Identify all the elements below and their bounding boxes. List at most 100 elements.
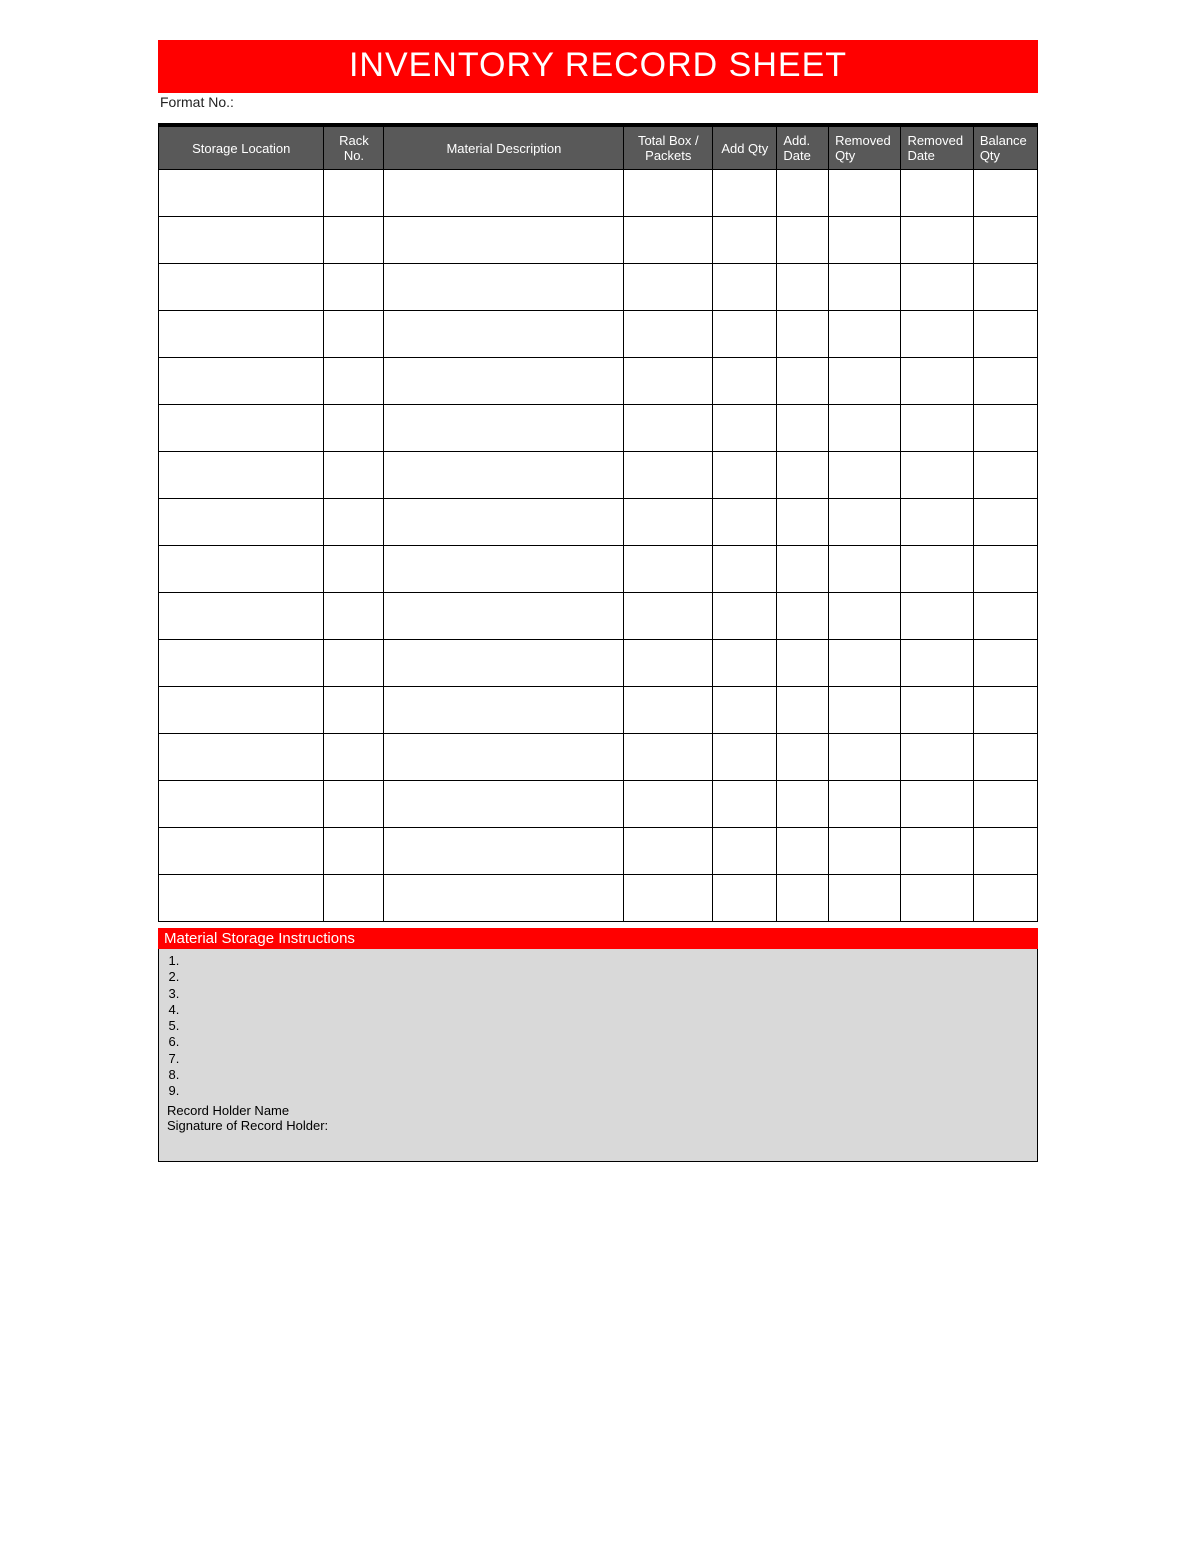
instruction-item xyxy=(183,1018,1029,1034)
table-cell xyxy=(829,687,901,734)
table-cell xyxy=(624,781,713,828)
table-cell xyxy=(713,734,777,781)
table-cell xyxy=(384,734,624,781)
table-cell xyxy=(829,828,901,875)
table-cell xyxy=(901,828,973,875)
table-cell xyxy=(624,734,713,781)
instruction-item xyxy=(183,1051,1029,1067)
table-cell xyxy=(829,452,901,499)
table-cell xyxy=(901,875,973,922)
table-cell xyxy=(713,687,777,734)
table-cell xyxy=(973,640,1037,687)
table-cell xyxy=(624,499,713,546)
table-cell xyxy=(159,687,324,734)
signature-label: Signature of Record Holder: xyxy=(167,1118,1029,1133)
table-cell xyxy=(324,734,384,781)
table-row xyxy=(159,875,1038,922)
table-cell xyxy=(777,264,829,311)
table-cell xyxy=(777,734,829,781)
table-cell xyxy=(829,640,901,687)
table-row xyxy=(159,452,1038,499)
table-cell xyxy=(324,828,384,875)
table-cell xyxy=(901,499,973,546)
table-cell xyxy=(159,828,324,875)
table-cell xyxy=(384,405,624,452)
table-cell xyxy=(624,875,713,922)
table-cell xyxy=(384,687,624,734)
table-cell xyxy=(384,170,624,217)
table-cell xyxy=(777,499,829,546)
table-cell xyxy=(713,264,777,311)
table-cell xyxy=(159,217,324,264)
table-cell xyxy=(384,311,624,358)
table-cell xyxy=(324,358,384,405)
table-cell xyxy=(159,593,324,640)
table-cell xyxy=(901,405,973,452)
table-cell xyxy=(901,593,973,640)
col-add-date: Add. Date xyxy=(777,127,829,170)
table-cell xyxy=(159,170,324,217)
table-cell xyxy=(713,170,777,217)
instructions-body: Record Holder Name Signature of Record H… xyxy=(158,949,1038,1162)
col-total-box: Total Box / Packets xyxy=(624,127,713,170)
table-body xyxy=(159,170,1038,922)
record-holder-name-label: Record Holder Name xyxy=(167,1103,1029,1118)
table-cell xyxy=(829,499,901,546)
table-cell xyxy=(973,311,1037,358)
table-cell xyxy=(384,875,624,922)
table-cell xyxy=(901,734,973,781)
table-row xyxy=(159,405,1038,452)
table-cell xyxy=(159,875,324,922)
instruction-item xyxy=(183,1002,1029,1018)
table-cell xyxy=(624,405,713,452)
table-cell xyxy=(713,593,777,640)
table-cell xyxy=(777,217,829,264)
table-row xyxy=(159,781,1038,828)
table-row xyxy=(159,499,1038,546)
table-cell xyxy=(624,546,713,593)
table-cell xyxy=(829,217,901,264)
table-cell xyxy=(384,452,624,499)
table-cell xyxy=(777,640,829,687)
table-row xyxy=(159,828,1038,875)
table-cell xyxy=(901,358,973,405)
table-cell xyxy=(777,452,829,499)
table-cell xyxy=(384,828,624,875)
table-cell xyxy=(973,734,1037,781)
table-cell xyxy=(901,687,973,734)
table-cell xyxy=(159,499,324,546)
table-cell xyxy=(713,828,777,875)
table-cell xyxy=(384,593,624,640)
table-cell xyxy=(324,170,384,217)
table-cell xyxy=(777,781,829,828)
table-cell xyxy=(324,546,384,593)
instructions-header: Material Storage Instructions xyxy=(158,928,1038,949)
table-cell xyxy=(713,217,777,264)
table-cell xyxy=(324,499,384,546)
table-cell xyxy=(829,405,901,452)
table-cell xyxy=(901,546,973,593)
table-cell xyxy=(829,593,901,640)
table-cell xyxy=(777,593,829,640)
table-cell xyxy=(713,499,777,546)
sheet-title: INVENTORY RECORD SHEET xyxy=(158,40,1038,93)
table-cell xyxy=(624,593,713,640)
table-cell xyxy=(159,311,324,358)
instruction-item xyxy=(183,1083,1029,1099)
table-row xyxy=(159,311,1038,358)
table-row xyxy=(159,640,1038,687)
table-cell xyxy=(713,781,777,828)
format-no-label: Format No.: xyxy=(158,93,1038,111)
table-cell xyxy=(159,640,324,687)
table-cell xyxy=(384,499,624,546)
table-cell xyxy=(384,217,624,264)
table-cell xyxy=(159,264,324,311)
table-row xyxy=(159,734,1038,781)
table-cell xyxy=(777,875,829,922)
table-cell xyxy=(973,452,1037,499)
table-cell xyxy=(973,546,1037,593)
table-cell xyxy=(624,217,713,264)
col-material-desc: Material Description xyxy=(384,127,624,170)
table-cell xyxy=(713,452,777,499)
inventory-record-sheet: INVENTORY RECORD SHEET Format No.: Stora… xyxy=(158,40,1038,1162)
